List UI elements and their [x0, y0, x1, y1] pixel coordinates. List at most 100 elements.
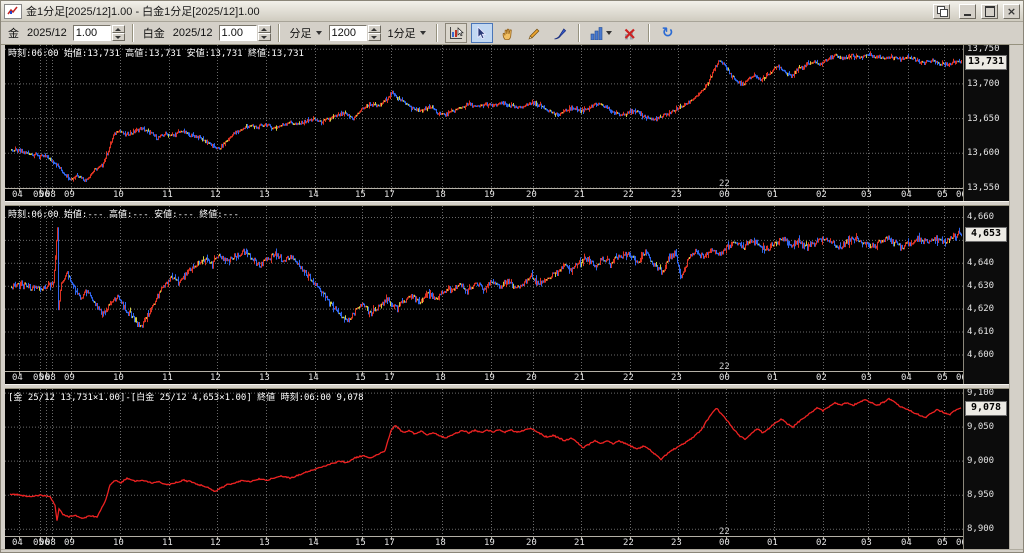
time-tick-label: 06: [956, 190, 963, 200]
spin-up-icon: [115, 27, 122, 31]
delete-chart-button[interactable]: [618, 23, 641, 43]
time-tick-label: 00: [719, 190, 730, 200]
time-tick-label: 09: [64, 373, 75, 383]
price-tick-label: 9,050: [967, 422, 995, 432]
time-tick-label: 03: [861, 538, 872, 548]
chevron-down-icon: [605, 31, 612, 35]
delete-x-icon: [624, 28, 635, 39]
draw-tool-button[interactable]: [522, 23, 545, 43]
interval-label: 1分足: [387, 28, 416, 40]
bar-count-input[interactable]: 1200: [328, 25, 367, 41]
price-tick-label: 9,000: [967, 456, 995, 466]
platinum-last-price-box: 4,653: [965, 227, 1007, 242]
minimize-icon: [964, 13, 971, 16]
gold-candle-plot[interactable]: 22: [5, 45, 963, 188]
time-tick-label: 05: [937, 373, 948, 383]
time-tick-label: 17: [384, 190, 395, 200]
chart-window: 金1分足[2025/12]1.00 - 白金1分足[2025/12]1.00 ×…: [0, 0, 1024, 553]
time-tick-label: 01: [767, 538, 778, 548]
time-tick-label: 13: [259, 538, 270, 548]
bar-count-down-button[interactable]: [367, 33, 381, 41]
time-tick-label: 20: [526, 538, 537, 548]
chart-cursor-tool-button[interactable]: [444, 23, 467, 43]
spread-price-axis: 9,100 9,050 9,000 8,950 8,900 9,078: [963, 389, 1009, 549]
close-button[interactable]: ×: [1003, 3, 1020, 19]
refresh-button[interactable]: ↻: [656, 23, 679, 43]
chart-type-button[interactable]: [586, 23, 615, 43]
time-tick-label: 23: [671, 190, 682, 200]
price-tick-label: 4,600: [967, 350, 995, 360]
time-tick-label: 13: [259, 373, 270, 383]
time-tick-label: 04: [901, 190, 912, 200]
time-tick-label: 12: [210, 190, 221, 200]
bar-count-up-button[interactable]: [367, 25, 381, 33]
price-tick-label: 4,660: [967, 212, 995, 222]
time-tick-label: 19: [484, 190, 495, 200]
app-icon: [4, 3, 22, 19]
interval-dropdown[interactable]: 1分足: [385, 24, 429, 42]
time-tick-label: 12: [210, 373, 221, 383]
time-tick-label: 00: [719, 373, 730, 383]
platinum-multiplier-up-button[interactable]: [257, 25, 271, 33]
pen-icon: [554, 27, 567, 39]
spread-time-axis: 04 05 06 08 09 10 11 12 13 14 15 17 18 19 20 21 22 23 00 01…: [5, 536, 963, 549]
time-tick-label: 14: [308, 190, 319, 200]
platinum-candle-plot[interactable]: 22: [5, 206, 963, 371]
toolbar-separator: [435, 24, 438, 42]
time-tick-label: 04: [12, 538, 23, 548]
time-tick-label: 10: [113, 538, 124, 548]
gold-contract-month[interactable]: 2025/12: [27, 27, 67, 39]
time-tick-label: 09: [64, 538, 75, 548]
price-tick-label: 8,950: [967, 490, 995, 500]
cascade-windows-button[interactable]: [933, 3, 950, 19]
spin-up-icon: [371, 27, 378, 31]
gold-price-axis: 13,750 13,700 13,650 13,600 13,550 13,731: [963, 45, 1009, 201]
platinum-multiplier-input[interactable]: 1.00: [218, 25, 257, 41]
time-tick-label: 04: [12, 373, 23, 383]
time-tick-label: 18: [435, 373, 446, 383]
bar-count-spinner: 1200: [328, 25, 381, 41]
time-tick-label: 21: [574, 190, 585, 200]
spin-down-icon: [115, 35, 122, 39]
pencil-icon: [528, 28, 540, 40]
time-tick-label: 17: [384, 373, 395, 383]
platinum-contract-month[interactable]: 2025/12: [173, 27, 213, 39]
time-tick-label: 09: [64, 190, 75, 200]
gold-multiplier-up-button[interactable]: [111, 25, 125, 33]
price-tick-label: 13,600: [967, 148, 1000, 158]
title-bar: 金1分足[2025/12]1.00 - 白金1分足[2025/12]1.00 ×: [1, 1, 1023, 22]
chart-panel-platinum: 22 時刻:06:00 始値:--- 高値:--- 安値:--- 終値:--- …: [5, 206, 1009, 384]
time-tick-label: 05: [937, 190, 948, 200]
time-tick-label: 04: [901, 538, 912, 548]
session-date-label: 22: [719, 362, 730, 371]
gold-multiplier-down-button[interactable]: [111, 33, 125, 41]
time-tick-label: 23: [671, 538, 682, 548]
time-tick-label: 05: [937, 538, 948, 548]
gold-multiplier-input[interactable]: 1.00: [72, 25, 111, 41]
platinum-ohlc-info: 時刻:06:00 始値:--- 高値:--- 安値:--- 終値:---: [8, 210, 239, 220]
select-tool-button[interactable]: [470, 23, 493, 43]
toolbar-separator: [277, 24, 280, 42]
time-tick-label: 03: [861, 373, 872, 383]
time-tick-label: 11: [162, 373, 173, 383]
session-date-label: 22: [719, 179, 730, 188]
time-tick-label: 02: [816, 190, 827, 200]
time-tick-label: 20: [526, 190, 537, 200]
spread-last-price-box: 9,078: [965, 401, 1007, 416]
time-tick-label: 04: [901, 373, 912, 383]
time-tick-label: 21: [574, 538, 585, 548]
annotate-tool-button[interactable]: [548, 23, 571, 43]
time-tick-label: 14: [308, 538, 319, 548]
price-tick-label: 9,100: [967, 389, 995, 398]
time-tick-label: 12: [210, 538, 221, 548]
bar-type-dropdown[interactable]: 分足: [287, 24, 325, 42]
minimize-button[interactable]: [959, 3, 976, 19]
pan-tool-button[interactable]: [496, 23, 519, 43]
platinum-multiplier-down-button[interactable]: [257, 33, 271, 41]
time-tick-label: 22: [623, 373, 634, 383]
toolbar-separator: [131, 24, 134, 42]
spin-down-icon: [261, 35, 268, 39]
maximize-button[interactable]: [981, 3, 998, 19]
time-tick-label: 15: [355, 373, 366, 383]
spread-line-plot[interactable]: 22: [5, 389, 963, 536]
